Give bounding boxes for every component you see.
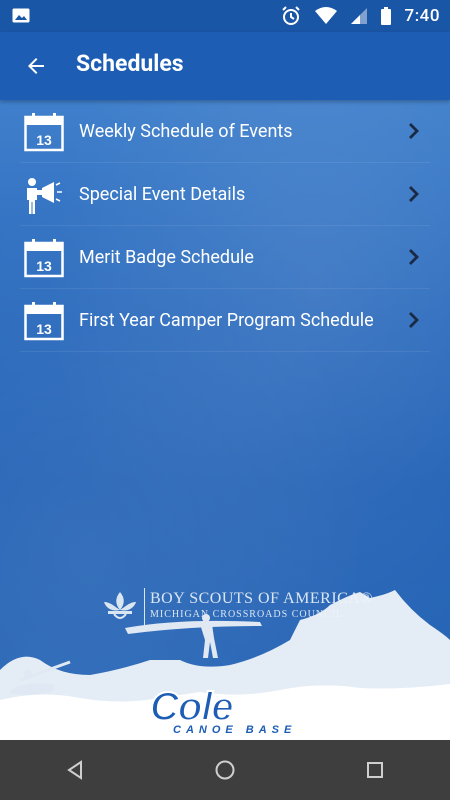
- list-item-label: Merit Badge Schedule: [79, 247, 254, 268]
- status-bar: 7:40: [0, 0, 450, 32]
- svg-text:13: 13: [36, 258, 52, 274]
- list-item-weekly-schedule[interactable]: 13 Weekly Schedule of Events: [0, 100, 450, 163]
- recents-square-icon: [367, 762, 383, 778]
- schedule-list: 13 Weekly Schedule of Events Special Eve…: [0, 100, 450, 352]
- cole-canoe-base-logo: Cole CANOE BASE: [149, 684, 320, 740]
- logo-subtext: CANOE BASE: [173, 724, 297, 736]
- chevron-right-icon: [409, 312, 419, 328]
- list-item-first-year-camper-program-schedule[interactable]: 13 First Year Camper Program Schedule: [0, 289, 450, 352]
- chevron-right-icon: [409, 123, 419, 139]
- list-item-merit-badge-schedule[interactable]: 13 Merit Badge Schedule: [0, 226, 450, 289]
- image-icon: [12, 8, 30, 23]
- chevron-right-icon: [409, 186, 419, 202]
- list-item-label: Special Event Details: [79, 184, 246, 205]
- megaphone-person-icon: [27, 178, 62, 214]
- app-bar: Schedules: [0, 32, 450, 100]
- list-item-label: Weekly Schedule of Events: [79, 121, 293, 142]
- clock-time: 7:40: [404, 6, 440, 26]
- svg-text:13: 13: [36, 132, 52, 148]
- battery-icon: [380, 7, 391, 25]
- calendar-icon: 13: [24, 113, 64, 152]
- calendar-icon: 13: [24, 302, 64, 341]
- signal-icon: [350, 8, 367, 24]
- content-area: 13 Weekly Schedule of Events Special Eve…: [0, 100, 450, 740]
- system-nav-bar: [0, 740, 450, 800]
- list-item-special-event-details[interactable]: Special Event Details: [0, 163, 450, 226]
- back-button[interactable]: [20, 50, 52, 82]
- home-circle-icon: [215, 760, 235, 780]
- nav-home-button[interactable]: [195, 740, 255, 800]
- wifi-icon: [314, 7, 337, 24]
- list-item-label: First Year Camper Program Schedule: [79, 310, 374, 331]
- arrow-left-icon: [28, 58, 44, 74]
- alarm-icon: [281, 6, 300, 25]
- page-title: Schedules: [76, 50, 184, 77]
- nav-recents-button[interactable]: [345, 740, 405, 800]
- divider: [20, 351, 430, 352]
- nav-back-button[interactable]: [45, 740, 105, 800]
- calendar-icon: 13: [24, 239, 64, 278]
- svg-text:13: 13: [36, 321, 52, 337]
- chevron-right-icon: [409, 249, 419, 265]
- back-triangle-icon: [67, 760, 82, 780]
